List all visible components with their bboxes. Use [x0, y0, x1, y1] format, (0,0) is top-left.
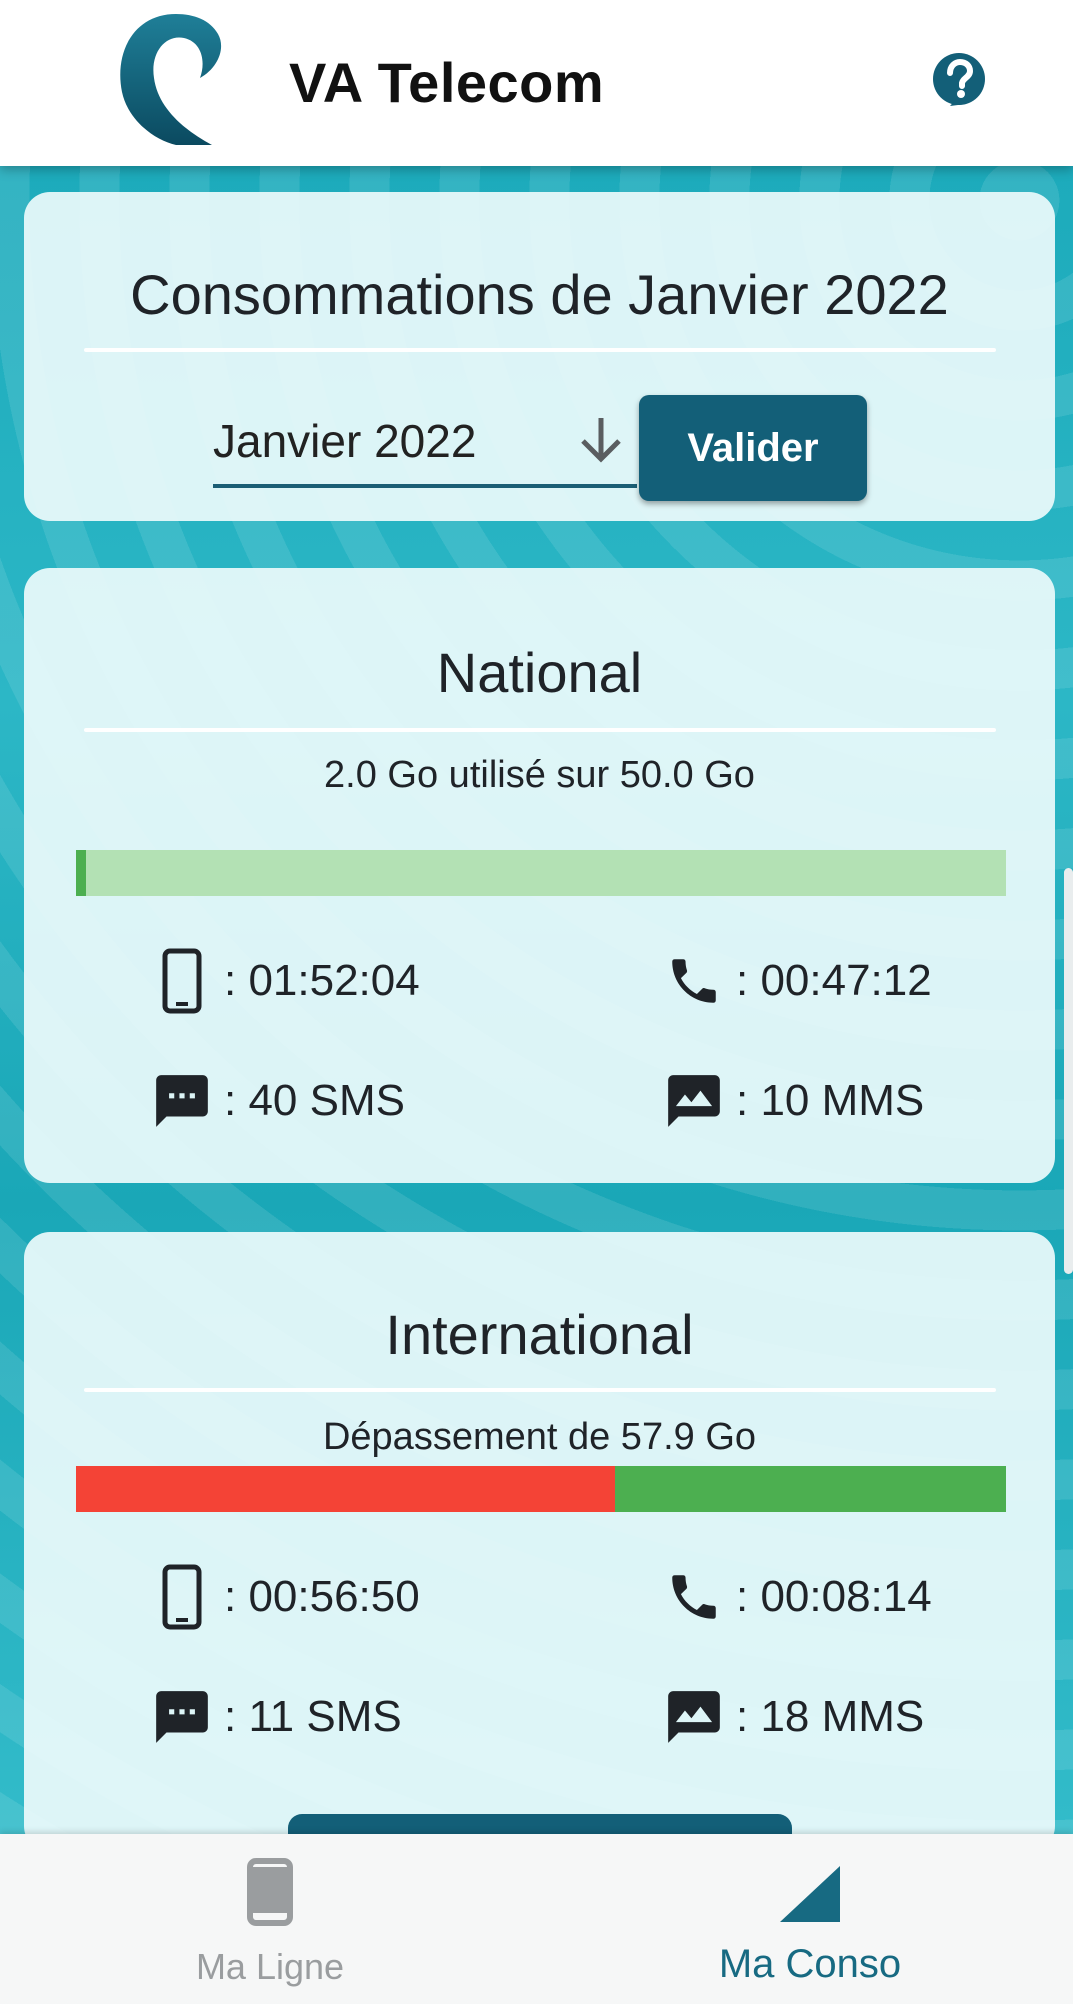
- international-title: International: [385, 1303, 694, 1366]
- consumption-title: Consommations de Janvier 2022: [130, 263, 949, 326]
- international-mms-count: : 18 MMS: [662, 1682, 924, 1752]
- mms-icon: [662, 1069, 726, 1133]
- title-divider: [84, 348, 996, 352]
- national-usage-card: National 2.0 Go utilisé sur 50.0 Go : 01…: [24, 568, 1055, 1183]
- national-mobile-time: : 01:52:04: [150, 946, 420, 1016]
- app-title: VA Telecom: [289, 51, 605, 114]
- international-data-progress-bar: [76, 1466, 1006, 1512]
- arrow-down-icon: [581, 418, 621, 463]
- sms-icon: [150, 1069, 214, 1133]
- nav-label-ma-ligne: Ma Ligne: [195, 1946, 345, 1987]
- international-sms-count: : 11 SMS: [150, 1682, 402, 1752]
- help-circle-icon[interactable]: [930, 52, 988, 110]
- scrollbar-thumb[interactable]: [1064, 868, 1073, 1274]
- phone-call-icon: [662, 1565, 726, 1629]
- national-call-time: : 00:47:12: [662, 946, 932, 1016]
- international-call-time: : 00:08:14: [662, 1562, 932, 1632]
- progress-fill: [76, 1466, 616, 1512]
- smartphone-icon: [150, 948, 214, 1014]
- national-title: National: [436, 641, 643, 704]
- progress-remaining: [615, 1466, 1006, 1512]
- mms-icon: [662, 1685, 726, 1749]
- month-selector-card: Consommations de Janvier 2022 Janvier 20…: [24, 192, 1055, 521]
- title-divider: [84, 728, 996, 732]
- progress-remaining: [76, 850, 1006, 896]
- sms-icon: [150, 1685, 214, 1749]
- app-header: VA Telecom: [0, 0, 1073, 166]
- smartphone-icon: [247, 1858, 293, 1926]
- national-data-progress-bar: [76, 850, 1006, 896]
- nav-item-ma-ligne[interactable]: Ma Ligne: [120, 1834, 420, 2004]
- national-mms-count: : 10 MMS: [662, 1066, 924, 1136]
- selected-month: Janvier 2022: [213, 415, 477, 467]
- nav-label-ma-conso: Ma Conso: [718, 1942, 902, 1986]
- national-data-usage-text: 2.0 Go utilisé sur 50.0 Go: [324, 754, 755, 796]
- month-dropdown[interactable]: Janvier 2022: [213, 392, 637, 488]
- title-divider: [84, 1388, 996, 1392]
- triangle-chart-icon: [780, 1866, 840, 1922]
- international-mobile-time: : 00:56:50: [150, 1562, 420, 1632]
- progress-fill: [76, 850, 86, 896]
- bottom-navigation: Ma Ligne Ma Conso: [0, 1834, 1073, 2004]
- va-telecom-logo: [120, 14, 222, 145]
- national-sms-count: : 40 SMS: [150, 1066, 405, 1136]
- international-usage-card: International Dépassement de 57.9 Go : 0…: [24, 1232, 1055, 1854]
- smartphone-icon: [150, 1564, 214, 1630]
- phone-call-icon: [662, 949, 726, 1013]
- nav-item-ma-conso[interactable]: Ma Conso: [660, 1834, 960, 2004]
- international-data-usage-text: Dépassement de 57.9 Go: [322, 1416, 757, 1458]
- validate-button[interactable]: Valider: [639, 395, 867, 501]
